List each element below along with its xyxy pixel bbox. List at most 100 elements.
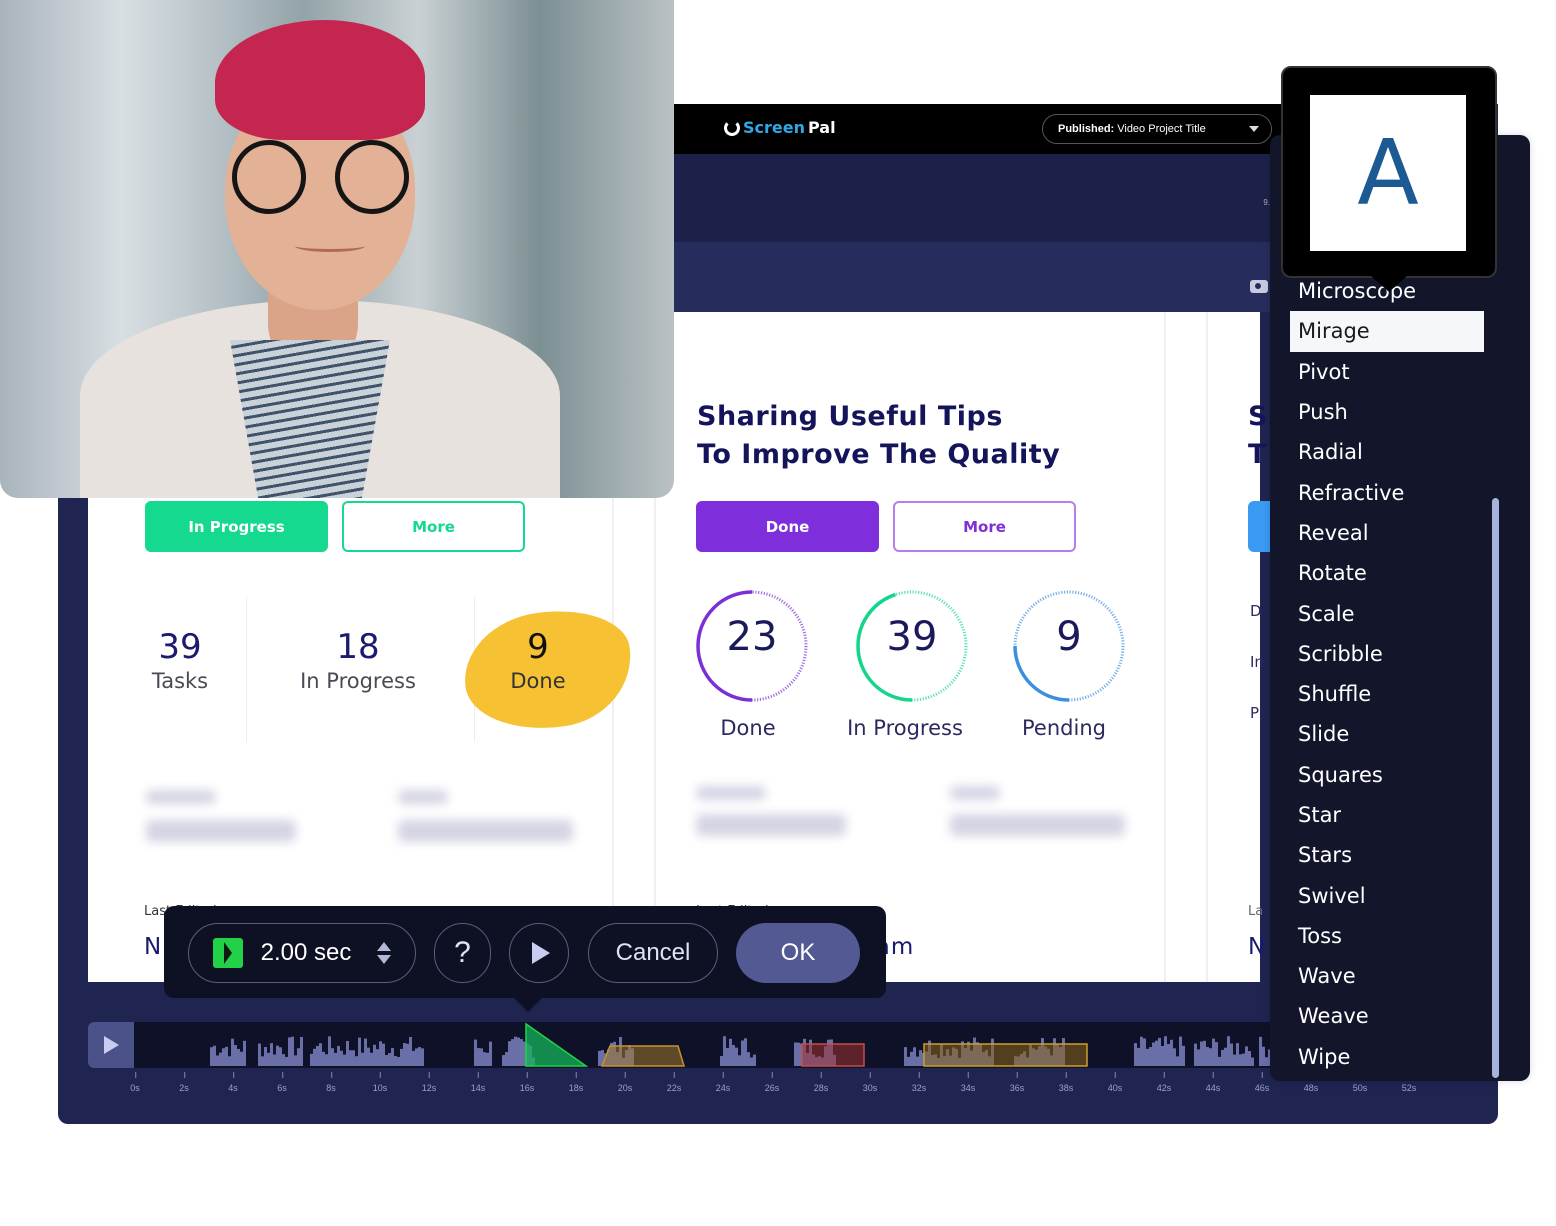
help-button[interactable]: ? <box>434 923 491 983</box>
tick-label: 46s <box>1254 1072 1270 1093</box>
menu-item-scale[interactable]: Scale <box>1290 593 1484 633</box>
waveform-bar <box>382 1043 385 1066</box>
stat-done: 9 Done <box>510 627 566 693</box>
menu-item-shuffle[interactable]: Shuffle <box>1290 674 1484 714</box>
menu-item-wave[interactable]: Wave <box>1290 956 1484 996</box>
waveform-bar <box>219 1052 222 1066</box>
waveform-bar <box>1245 1046 1248 1066</box>
waveform-bar <box>741 1040 744 1066</box>
transition-region-selected[interactable] <box>525 1022 589 1067</box>
waveform-bar <box>1239 1054 1242 1066</box>
waveform-bar <box>210 1047 213 1066</box>
menu-item-rotate[interactable]: Rotate <box>1290 553 1484 593</box>
tick-label: 34s <box>960 1072 976 1093</box>
menu-item-swivel[interactable]: Swivel <box>1290 875 1484 915</box>
preview-tile: A <box>1310 95 1466 251</box>
increment-arrow-icon[interactable] <box>377 942 392 951</box>
waveform-bar <box>1215 1042 1218 1066</box>
duration-stepper[interactable]: 2.00 sec <box>188 923 416 983</box>
waveform-bar <box>598 1050 601 1066</box>
waveform-bar <box>486 1052 489 1066</box>
waveform-bar <box>282 1054 285 1066</box>
menu-item-squares[interactable]: Squares <box>1290 755 1484 795</box>
menu-item-mirage[interactable]: Mirage <box>1290 311 1484 352</box>
more-button[interactable]: More <box>893 501 1076 552</box>
transition-region[interactable] <box>600 1045 686 1067</box>
waveform-bar <box>358 1037 361 1066</box>
tick-label: 26s <box>764 1072 780 1093</box>
waveform-bar <box>1265 1057 1268 1066</box>
waveform-bar <box>520 1039 523 1066</box>
transition-icon <box>212 938 243 968</box>
ok-button[interactable]: OK <box>736 923 860 983</box>
logo-icon <box>724 119 740 136</box>
ring-label: Done <box>720 716 776 740</box>
waveform-bar <box>1218 1056 1221 1066</box>
menu-item-radial[interactable]: Radial <box>1290 432 1484 472</box>
waveform-bar <box>1176 1056 1179 1066</box>
waveform-bar <box>322 1051 325 1066</box>
waveform-bar <box>726 1047 729 1066</box>
waveform-bar <box>474 1039 477 1066</box>
menu-item-star[interactable]: Star <box>1290 795 1484 835</box>
menu-item-reveal[interactable]: Reveal <box>1290 513 1484 553</box>
waveform-bar <box>228 1056 231 1066</box>
in-progress-button[interactable]: In Progress <box>145 501 328 552</box>
timeline-play-button[interactable] <box>88 1022 134 1068</box>
done-button[interactable]: Done <box>696 501 879 552</box>
decrement-arrow-icon[interactable] <box>377 955 392 964</box>
waveform-bar <box>1230 1043 1233 1066</box>
waveform-bar <box>1179 1036 1182 1066</box>
waveform-bar <box>1200 1041 1203 1066</box>
more-button[interactable]: More <box>342 501 525 552</box>
waveform-bar <box>216 1055 219 1066</box>
waveform-bar <box>343 1054 346 1066</box>
tick-label: 28s <box>813 1072 829 1093</box>
waveform-bar <box>904 1047 907 1066</box>
waveform-bar <box>1134 1043 1137 1066</box>
tick-label: 10s <box>372 1072 388 1093</box>
tick-label: 50s <box>1352 1072 1368 1093</box>
chevron-down-icon <box>1249 126 1259 132</box>
spinner[interactable] <box>377 942 392 964</box>
waveform-bar <box>483 1052 486 1066</box>
waveform-bar <box>213 1045 216 1066</box>
menu-item-toss[interactable]: Toss <box>1290 916 1484 956</box>
waveform-bar <box>1197 1049 1200 1066</box>
camera-icon[interactable] <box>1250 280 1268 293</box>
menu-item-stars[interactable]: Stars <box>1290 835 1484 875</box>
transition-toolbar: 2.00 sec ? Cancel OK <box>164 906 886 1012</box>
waveform-bar <box>489 1041 492 1066</box>
waveform-bar <box>732 1045 735 1066</box>
menu-item-scribble[interactable]: Scribble <box>1290 634 1484 674</box>
preview-play-button[interactable] <box>509 923 569 983</box>
last-edited-value: N <box>144 934 163 960</box>
waveform-bar <box>418 1047 421 1066</box>
waveform-bar <box>267 1052 270 1066</box>
menu-item-weave[interactable]: Weave <box>1290 996 1484 1036</box>
waveform-bar <box>1203 1040 1206 1066</box>
scrollbar[interactable] <box>1492 498 1499 1078</box>
transition-region[interactable] <box>923 1043 1088 1067</box>
audio-waveform-track[interactable] <box>134 1022 1288 1068</box>
top-bar: Screen Pal Published: Video Project Title <box>674 104 1286 154</box>
waveform-bar <box>319 1043 322 1066</box>
waveform-bar <box>1158 1037 1161 1066</box>
stat-in-progress: 18 In Progress <box>300 627 416 693</box>
menu-item-push[interactable]: Push <box>1290 392 1484 432</box>
waveform-bar <box>285 1056 288 1066</box>
waveform-bar <box>511 1039 514 1066</box>
timeline[interactable] <box>88 1022 1288 1068</box>
cancel-button[interactable]: Cancel <box>588 923 718 983</box>
ring-label: In Progress <box>847 716 963 740</box>
menu-item-refractive[interactable]: Refractive <box>1290 472 1484 512</box>
menu-item-slide[interactable]: Slide <box>1290 714 1484 754</box>
menu-item-wipe[interactable]: Wipe <box>1290 1037 1484 1077</box>
waveform-bar <box>391 1048 394 1066</box>
publish-status-dropdown[interactable]: Published: Video Project Title <box>1042 114 1272 144</box>
menu-item-pivot[interactable]: Pivot <box>1290 352 1484 392</box>
tick-label: 30s <box>862 1072 878 1093</box>
transition-region[interactable] <box>801 1043 865 1067</box>
waveform-bar <box>376 1049 379 1066</box>
waveform-bar <box>297 1048 300 1066</box>
